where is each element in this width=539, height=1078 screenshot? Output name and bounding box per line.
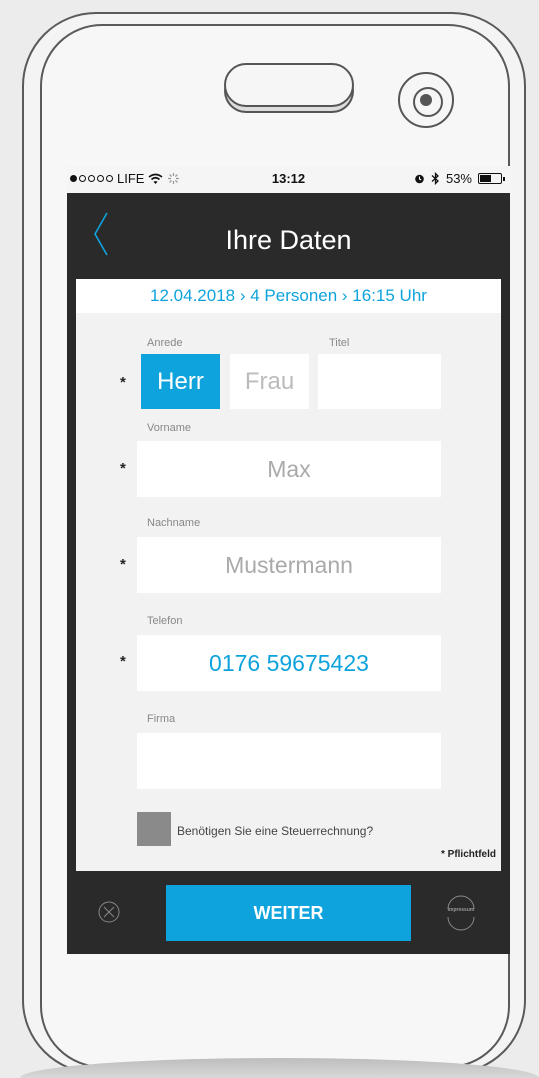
required-star: * xyxy=(120,556,126,573)
telefon-label: Telefon xyxy=(147,615,183,627)
nav-bar: Ihre Daten xyxy=(67,193,510,279)
titel-field[interactable] xyxy=(318,354,441,409)
page-title: Ihre Daten xyxy=(225,225,352,255)
anrede-label: Anrede xyxy=(147,337,183,349)
bluetooth-icon xyxy=(431,172,439,185)
telefon-field[interactable]: 0176 59675423 xyxy=(137,635,441,691)
anrede-herr-button[interactable]: Herr xyxy=(141,354,220,409)
required-star: * xyxy=(120,460,126,477)
required-star: * xyxy=(120,374,126,391)
nachname-placeholder: Mustermann xyxy=(225,552,353,578)
telefon-value: 0176 59675423 xyxy=(209,650,369,676)
required-note: * Pflichtfeld xyxy=(440,849,496,860)
speaker-slot xyxy=(224,63,354,107)
anrede-frau-button[interactable]: Frau xyxy=(230,354,309,409)
phone-screen: LIFE 13:12 53% Ihre Daten 12.04.2018 › 4… xyxy=(67,166,510,954)
battery-icon xyxy=(478,173,505,184)
form-content: 12.04.2018 › 4 Personen › 16:15 Uhr Anre… xyxy=(76,279,501,871)
firma-field[interactable] xyxy=(137,733,441,789)
vorname-field[interactable]: Max xyxy=(137,441,441,497)
impressum-label[interactable]: Impressum xyxy=(431,907,491,913)
status-bar: LIFE 13:12 53% xyxy=(67,166,510,193)
vorname-placeholder: Max xyxy=(267,456,311,482)
camera-icon xyxy=(398,72,454,128)
battery-percent: 53% xyxy=(445,171,472,186)
bottom-bar: WEITER Impressum xyxy=(67,871,510,954)
alarm-icon xyxy=(415,174,424,184)
vorname-label: Vorname xyxy=(147,422,192,434)
tax-invoice-label: Benötigen Sie eine Steuerrechnung? xyxy=(177,824,374,838)
weiter-button[interactable]: WEITER xyxy=(166,885,411,941)
titel-label: Titel xyxy=(329,337,350,349)
status-right: 53% xyxy=(414,171,505,186)
nachname-field[interactable]: Mustermann xyxy=(137,537,441,593)
required-star: * xyxy=(120,653,126,670)
impressum-icon[interactable] xyxy=(443,895,479,931)
nachname-label: Nachname xyxy=(147,517,201,529)
booking-summary: 12.04.2018 › 4 Personen › 16:15 Uhr xyxy=(76,279,501,313)
close-icon[interactable] xyxy=(98,901,120,923)
firma-label: Firma xyxy=(147,713,176,725)
tax-invoice-checkbox[interactable] xyxy=(137,812,171,846)
